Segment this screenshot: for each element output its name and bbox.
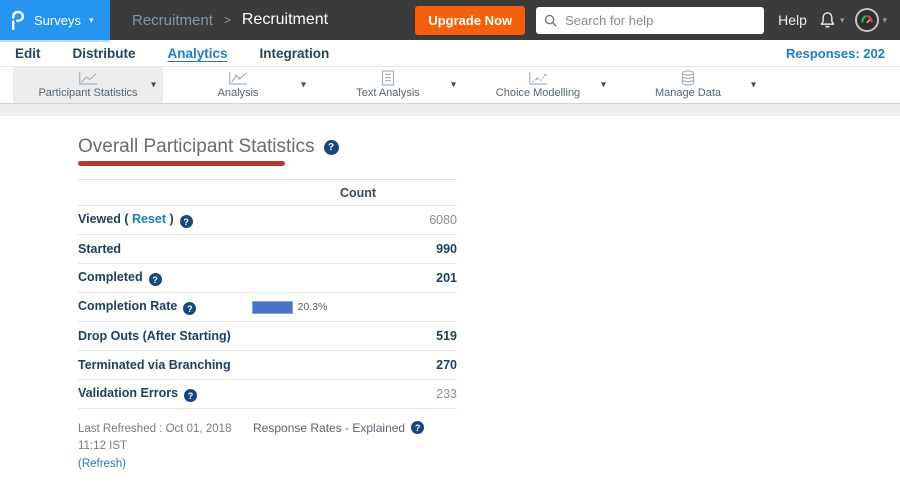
search-icon [544, 14, 557, 27]
count-column-header: Count [340, 185, 377, 200]
chart-icon [527, 71, 549, 86]
refresh-link[interactable]: (Refresh) [78, 458, 126, 470]
chevron-down-icon[interactable]: ▾ [751, 80, 756, 91]
surveys-menu-label: Surveys [34, 12, 81, 28]
breadcrumb: Recruitment > Recruitment [132, 11, 328, 29]
row-value: 6080 [429, 213, 457, 227]
completion-rate-bar-area: 20.3% [252, 300, 328, 314]
help-icon[interactable]: ? [184, 389, 198, 403]
breadcrumb-parent[interactable]: Recruitment [132, 12, 213, 29]
nav-item-distribute[interactable]: Distribute [73, 46, 136, 61]
red-underline-annotation [78, 161, 285, 166]
nav-item-analytics[interactable]: Analytics [168, 46, 228, 61]
help-search[interactable] [536, 6, 765, 34]
main-content: Overall Participant Statistics ? Count V… [0, 116, 900, 473]
last-refreshed-text: Last Refreshed : Oct 01, 2018 11:12 IST [78, 423, 232, 453]
help-search-input[interactable] [563, 11, 757, 29]
table-row: Validation Errors? 233 [78, 380, 457, 409]
responses-count[interactable]: Responses: 202 [786, 46, 885, 61]
tab-analysis[interactable]: Analysis ▾ [163, 67, 313, 103]
questionpro-logo-icon [10, 9, 26, 31]
row-value: 201 [436, 271, 457, 285]
row-value: 990 [436, 242, 457, 256]
breadcrumb-current: Recruitment [241, 11, 329, 28]
chevron-down-icon[interactable]: ▾ [301, 80, 306, 91]
row-label: Completed? [78, 270, 162, 287]
tab-label: Manage Data [654, 87, 722, 99]
completion-rate-bar [252, 300, 293, 314]
help-icon[interactable]: ? [183, 302, 197, 316]
response-rates-explained: Response Rates - Explained ? [253, 421, 425, 473]
account-menu[interactable]: ▾ [855, 8, 887, 32]
tab-participant-statistics[interactable]: Participant Statistics ▾ [13, 67, 163, 103]
analytics-toolbar: Participant Statistics ▾ Analysis ▾ Text… [0, 66, 900, 104]
tab-label: Participant Statistics [38, 87, 138, 99]
upgrade-now-button[interactable]: Upgrade Now [415, 5, 526, 35]
chevron-down-icon[interactable]: ▾ [451, 80, 456, 91]
nav-item-edit[interactable]: Edit [15, 46, 41, 61]
chevron-down-icon[interactable]: ▾ [151, 80, 156, 91]
row-label: Validation Errors? [78, 386, 198, 403]
bell-icon [818, 11, 837, 30]
line-chart-icon [77, 71, 99, 86]
survey-nav: Edit Distribute Analytics Integration Re… [0, 40, 900, 66]
nav-item-integration[interactable]: Integration [260, 46, 330, 61]
completion-rate-value: 20.3% [297, 301, 328, 313]
tab-label: Text Analysis [356, 87, 420, 99]
help-icon[interactable]: ? [148, 273, 162, 287]
table-row: Viewed ( Reset )? 6080 [78, 206, 457, 235]
help-icon[interactable]: ? [323, 139, 339, 155]
tab-label: Analysis [217, 87, 259, 99]
row-value: 270 [436, 358, 457, 372]
divider-band [0, 104, 900, 116]
stats-rows: Viewed ( Reset )? 6080 Started 990 Completed… [78, 206, 457, 409]
breadcrumb-separator: > [223, 13, 231, 27]
row-value: 519 [436, 329, 457, 343]
table-row: Drop Outs (After Starting) 519 [78, 322, 457, 351]
help-icon[interactable]: ? [411, 421, 425, 434]
notifications-menu[interactable]: ▾ [818, 11, 845, 30]
response-rates-label[interactable]: Response Rates - Explained [253, 421, 405, 435]
tab-label: Choice Modelling [495, 87, 581, 99]
table-row: Terminated via Branching 270 [78, 351, 457, 380]
topbar: Surveys ▾ Recruitment > Recruitment Upgr… [0, 0, 900, 40]
reset-link[interactable]: Reset [128, 212, 169, 226]
tab-manage-data[interactable]: Manage Data ▾ [613, 67, 763, 103]
database-icon [680, 70, 696, 86]
tab-choice-modelling[interactable]: Choice Modelling ▾ [463, 67, 613, 103]
line-chart-icon [227, 71, 249, 86]
row-label: Drop Outs (After Starting) [78, 329, 231, 343]
last-refreshed: Last Refreshed : Oct 01, 2018 11:12 IST … [78, 421, 253, 473]
tab-text-analysis[interactable]: Text Analysis ▾ [313, 67, 463, 103]
row-label: Terminated via Branching [78, 358, 231, 372]
row-label: Completion Rate? [78, 299, 197, 316]
app-window: Surveys ▾ Recruitment > Recruitment Upgr… [0, 0, 900, 494]
page-title: Overall Participant Statistics [78, 136, 315, 157]
table-row: Completion Rate? 20.3% [78, 293, 457, 322]
chevron-down-icon: ▾ [839, 14, 845, 25]
chevron-down-icon: ▾ [88, 14, 94, 25]
topbar-actions: Upgrade Now Help ▾ [415, 5, 900, 35]
table-footer: Last Refreshed : Oct 01, 2018 11:12 IST … [78, 421, 508, 473]
table-row: Completed? 201 [78, 264, 457, 293]
table-header: Count [78, 179, 457, 206]
logo-shadow [0, 40, 110, 42]
chevron-down-icon: ▾ [882, 14, 887, 25]
chevron-down-icon[interactable]: ▾ [601, 80, 606, 91]
help-link[interactable]: Help [778, 12, 807, 28]
row-label: Started [78, 242, 122, 256]
surveys-menu[interactable]: Surveys ▾ [0, 0, 110, 40]
avatar [855, 8, 880, 32]
document-icon [381, 70, 395, 86]
participant-stats-table: Count Viewed ( Reset )? 6080 Started 990 Com… [78, 179, 457, 409]
row-value: 233 [436, 387, 457, 401]
table-row: Started 990 [78, 235, 457, 264]
help-icon[interactable]: ? [179, 215, 193, 229]
row-label: Viewed ( Reset )? [78, 212, 193, 229]
